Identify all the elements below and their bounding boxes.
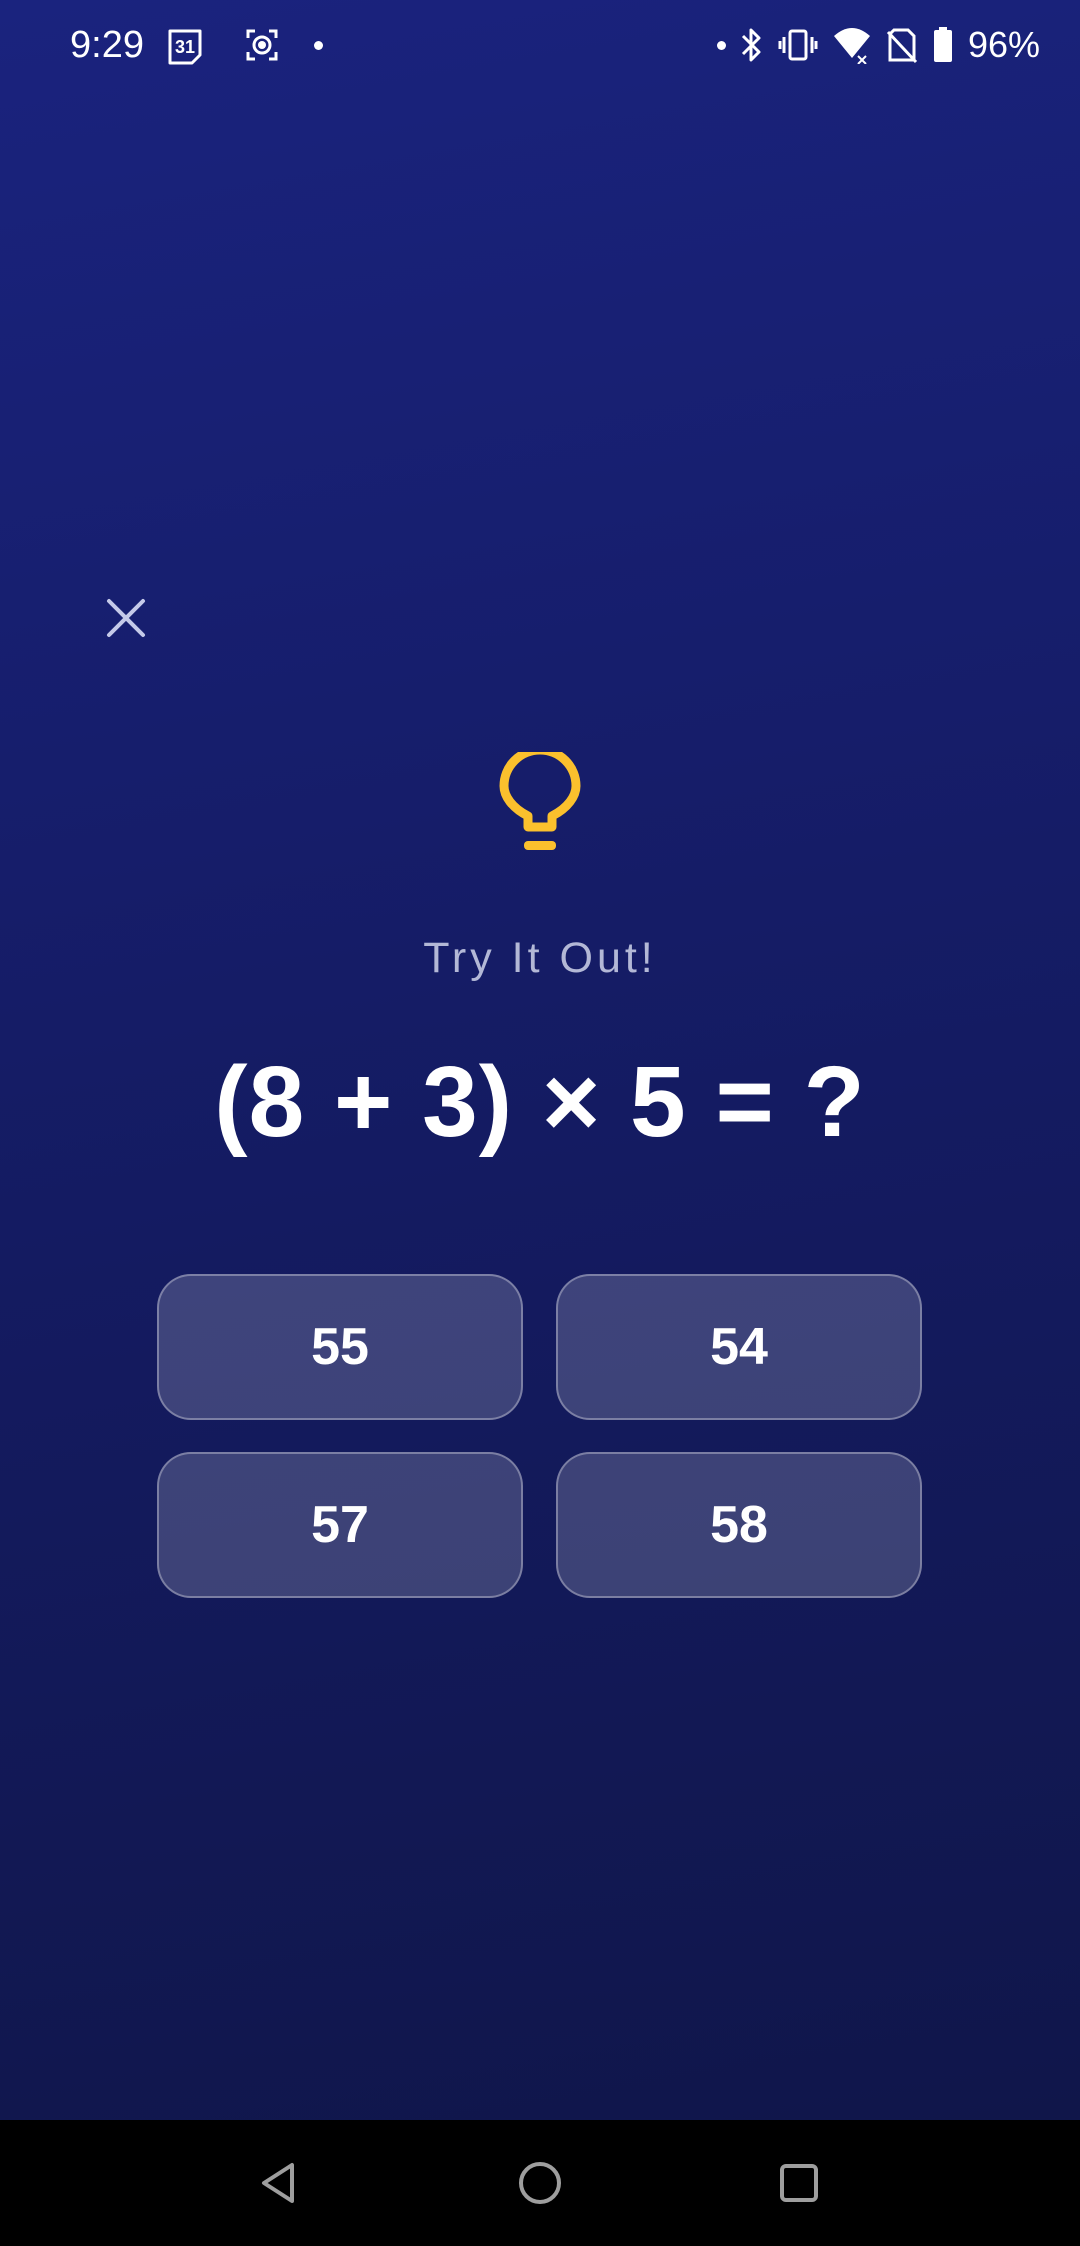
status-bar: 9:29 31 96%	[0, 0, 1080, 90]
navigation-bar	[0, 2120, 1080, 2246]
vibrate-icon	[778, 27, 818, 63]
close-icon	[107, 599, 145, 637]
quiz-equation: (8 + 3) × 5 = ?	[214, 1046, 866, 1158]
notification-dot	[716, 40, 726, 50]
back-button[interactable]	[250, 2153, 310, 2213]
recents-icon	[780, 2164, 818, 2202]
status-right: 96%	[716, 22, 1040, 68]
battery-icon	[932, 26, 954, 64]
answer-option-3[interactable]: 57	[157, 1452, 523, 1598]
wifi-icon	[832, 26, 872, 64]
calendar-day: 31	[175, 37, 195, 57]
status-time: 9:29	[70, 24, 144, 66]
calendar-icon: 31	[166, 25, 204, 65]
status-left: 9:29 31	[70, 22, 323, 68]
bluetooth-icon	[740, 26, 764, 64]
recents-button[interactable]	[769, 2153, 829, 2213]
battery-percent: 96%	[967, 24, 1040, 65]
answer-option-1[interactable]: 55	[157, 1274, 523, 1420]
no-sim-icon	[886, 26, 918, 64]
answer-option-2[interactable]: 54	[556, 1274, 922, 1420]
back-icon	[262, 2163, 294, 2203]
quiz-subtitle: Try It Out!	[423, 934, 657, 982]
home-button[interactable]	[510, 2153, 570, 2213]
lightbulb-icon	[498, 745, 582, 862]
close-button[interactable]	[100, 592, 152, 644]
quiz-screen: 9:29 31 96% Try It Out! (8 + 3) × 5 = ? …	[0, 0, 1080, 2120]
screen-record-icon	[244, 27, 280, 63]
answer-option-4[interactable]: 58	[556, 1452, 922, 1598]
home-icon	[519, 2162, 561, 2204]
notification-dot	[313, 40, 323, 50]
